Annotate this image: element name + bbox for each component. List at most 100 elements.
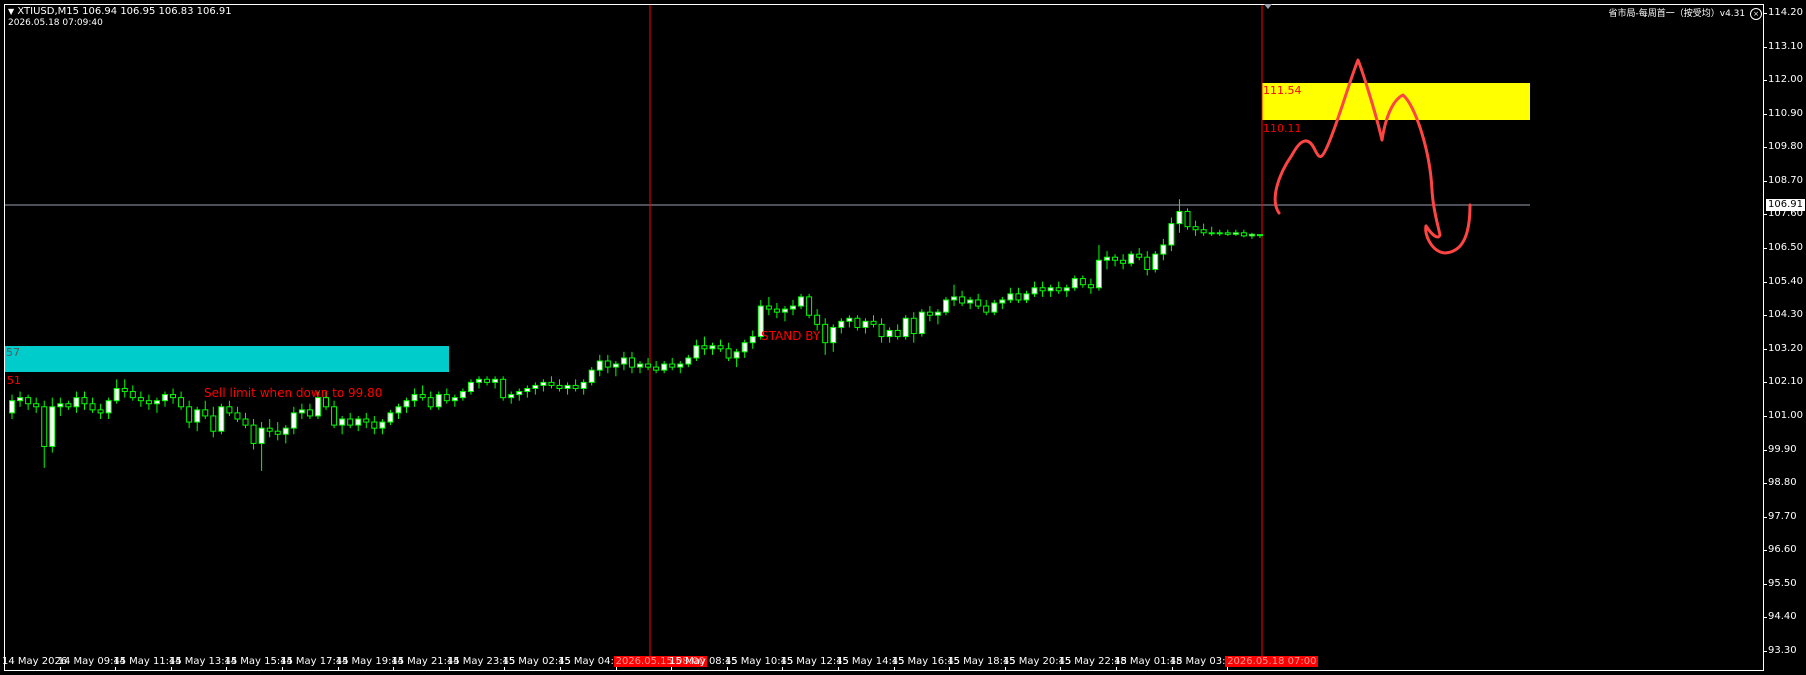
candle-body[interactable] [1144,256,1151,270]
candle-body[interactable] [25,397,32,405]
candle-body[interactable] [934,311,941,316]
candle-body[interactable] [741,342,748,353]
candle-body[interactable] [266,427,273,432]
candle-body[interactable] [918,311,925,335]
candle-body[interactable] [178,397,185,408]
candle-body[interactable] [170,394,177,399]
candle-body[interactable] [725,348,732,359]
candle-body[interactable] [274,430,281,435]
candle-body[interactable] [1071,278,1078,289]
candle-body[interactable] [218,406,225,432]
candle-body[interactable] [234,412,241,420]
candle-body[interactable] [411,394,418,402]
candle-body[interactable] [298,409,305,414]
candle-body[interactable] [975,299,982,307]
chart-canvas[interactable] [0,0,1806,675]
candle-body[interactable] [604,360,611,368]
candle-body[interactable] [1120,259,1127,264]
candle-body[interactable] [781,308,788,313]
candle-body[interactable] [387,412,394,423]
candle-body[interactable] [290,412,297,429]
candle-body[interactable] [105,400,112,414]
candle-body[interactable] [532,384,539,389]
candle-body[interactable] [1152,253,1159,270]
candle-body[interactable] [838,320,845,328]
candle-body[interactable] [97,409,104,414]
candle-body[interactable] [355,418,362,426]
candle-body[interactable] [677,363,684,368]
candle-body[interactable] [314,397,321,417]
candle-body[interactable] [620,357,627,365]
candle-body[interactable] [347,418,354,426]
candle-body[interactable] [129,391,136,399]
candle-body[interactable] [242,418,249,426]
candle-body[interactable] [693,345,700,359]
candle-body[interactable] [564,384,571,389]
candle-body[interactable] [1232,232,1239,235]
candle-body[interactable] [910,317,917,335]
candle-body[interactable] [467,381,474,393]
candle-body[interactable] [73,397,80,408]
candle-body[interactable] [1023,293,1030,301]
candle-body[interactable] [65,403,72,408]
candle-body[interactable] [701,345,708,350]
candle-body[interactable] [363,418,370,423]
candle-body[interactable] [540,381,547,386]
candle-body[interactable] [194,409,201,423]
candle-body[interactable] [637,363,644,368]
candle-body[interactable] [645,363,652,368]
candle-body[interactable] [17,397,24,402]
candle-body[interactable] [113,387,120,402]
candle-body[interactable] [991,302,998,313]
candle-body[interactable] [1039,287,1046,292]
candle-body[interactable] [484,378,491,383]
candle-body[interactable] [596,360,603,371]
candle-body[interactable] [1079,278,1086,286]
candle-body[interactable] [1007,293,1014,301]
candle-body[interactable] [250,424,257,444]
candle-body[interactable] [202,409,209,417]
candle-body[interactable] [709,345,716,350]
candle-body[interactable] [1248,233,1255,237]
candle-body[interactable] [878,323,885,338]
candle-body[interactable] [339,418,346,426]
candle-body[interactable] [1168,223,1175,246]
candle-body[interactable] [765,305,772,310]
candle-body[interactable] [500,378,507,399]
candle-body[interactable] [983,305,990,313]
candle-body[interactable] [137,397,144,402]
candle-body[interactable] [395,406,402,414]
candle-body[interactable] [814,314,821,325]
candle-body[interactable] [548,381,555,386]
candle-body[interactable] [524,387,531,393]
candle-body[interactable] [588,369,595,383]
candle-body[interactable] [1224,232,1231,235]
candle-body[interactable] [1031,287,1038,295]
candle-body[interactable] [89,403,96,411]
candle-body[interactable] [459,391,466,399]
candle-body[interactable] [1208,232,1215,235]
indicator-close-icon[interactable]: × [1750,8,1762,20]
candle-body[interactable] [57,403,64,408]
candle-body[interactable] [476,378,482,383]
candle-body[interactable] [830,326,837,344]
candle-body[interactable] [733,351,740,359]
candle-body[interactable] [580,381,587,389]
candle-body[interactable] [1055,287,1062,292]
candle-body[interactable] [9,400,16,414]
candle-body[interactable] [612,363,619,368]
candle-body[interactable] [951,296,958,301]
candle-body[interactable] [749,336,756,344]
candle-body[interactable] [49,406,56,447]
candle-body[interactable] [1192,226,1199,231]
cyan-zone[interactable] [5,346,449,372]
candle-body[interactable] [1160,244,1167,255]
stand-by-annotation[interactable]: STAND BY [761,329,820,343]
candle-body[interactable] [516,391,523,396]
candle-body[interactable] [81,397,88,405]
candle-body[interactable] [1128,253,1135,264]
candle-body[interactable] [628,357,635,368]
candle-body[interactable] [1112,256,1119,261]
candle-body[interactable] [854,317,861,328]
candle-body[interactable] [1047,287,1054,292]
